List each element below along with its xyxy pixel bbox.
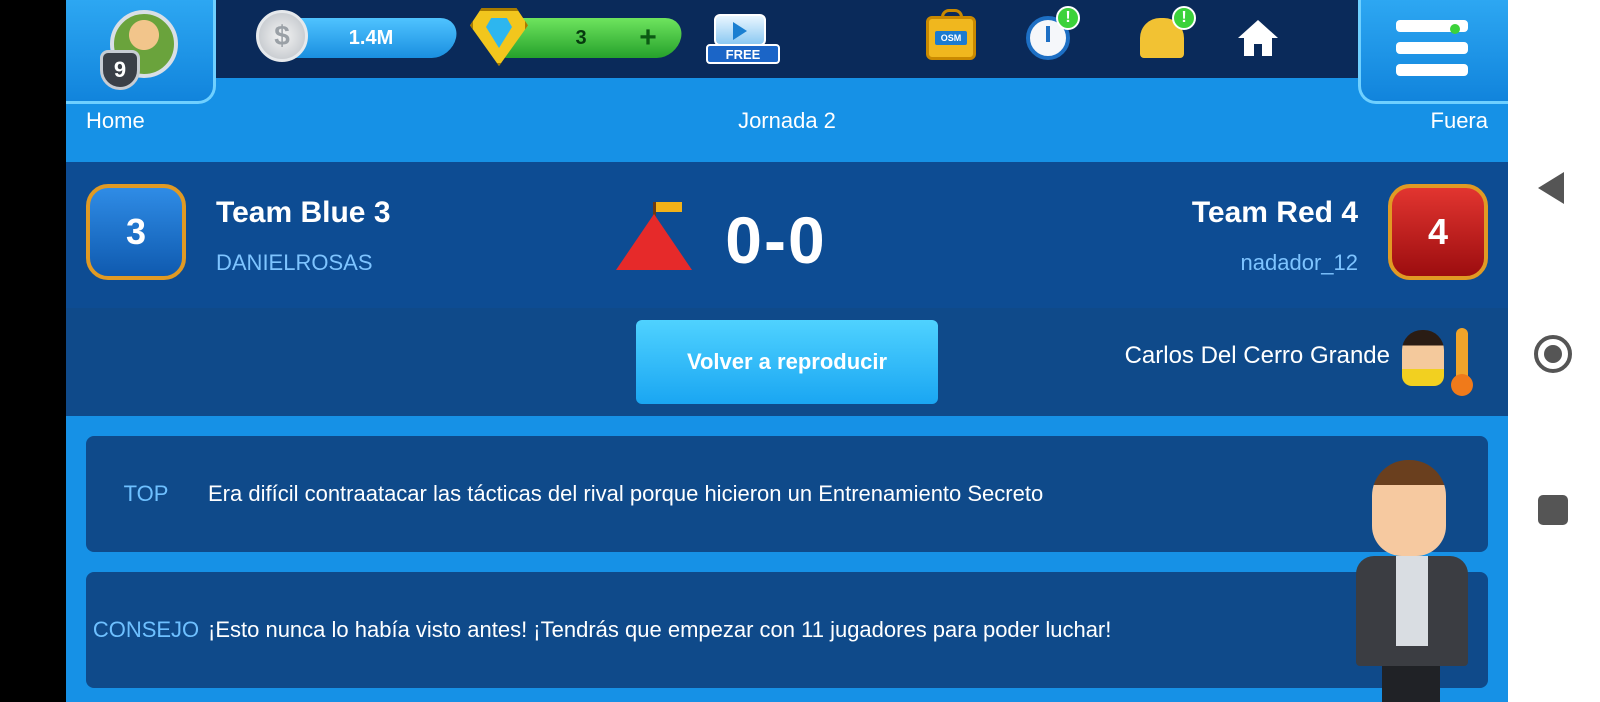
menu-online-dot bbox=[1450, 24, 1460, 34]
round-row: Home Jornada 2 Fuera bbox=[66, 104, 1508, 162]
level-badge: 9 bbox=[100, 50, 140, 90]
message-text: ¡Esto nunca lo había visto antes! ¡Tendr… bbox=[208, 617, 1112, 642]
assistant-character bbox=[1356, 460, 1476, 702]
android-nav-bar bbox=[1508, 0, 1600, 702]
coin-icon: $ bbox=[256, 10, 308, 62]
away-shirt-icon[interactable]: 4 bbox=[1388, 184, 1488, 280]
character-legs bbox=[1382, 666, 1440, 702]
replay-row: Volver a reproducir Carlos Del Cerro Gra… bbox=[66, 308, 1508, 416]
home-shirt-icon[interactable]: 3 bbox=[86, 184, 186, 280]
profile-tab[interactable]: 9 bbox=[66, 0, 216, 104]
plus-icon[interactable]: + bbox=[632, 22, 664, 54]
osm-tag: OSM bbox=[935, 31, 967, 45]
tent-icon bbox=[616, 202, 692, 272]
free-video-button[interactable]: FREE bbox=[706, 12, 780, 64]
message-tag: CONSEJO bbox=[92, 617, 200, 642]
recent-apps-icon[interactable] bbox=[1538, 495, 1568, 525]
away-label: Fuera bbox=[1430, 108, 1488, 133]
away-team-name[interactable]: Team Red 4 bbox=[1192, 196, 1358, 230]
shop-bag-icon[interactable]: OSM bbox=[926, 9, 976, 60]
menu-icon[interactable] bbox=[1396, 20, 1468, 76]
play-icon bbox=[733, 22, 747, 40]
tent-flag bbox=[656, 202, 682, 212]
character-shirt bbox=[1396, 556, 1428, 646]
match-score: 0-0 bbox=[725, 203, 827, 277]
home-team-name[interactable]: Team Blue 3 bbox=[216, 196, 391, 230]
character-head bbox=[1372, 460, 1446, 556]
replay-button[interactable]: Volver a reproducir bbox=[636, 320, 938, 404]
round-title: Jornada 2 bbox=[738, 108, 836, 133]
home-door bbox=[1254, 44, 1262, 56]
thermometer-bulb bbox=[1451, 374, 1473, 396]
menu-line bbox=[1396, 64, 1468, 76]
match-header: 3 Team Blue 3 DANIELROSAS 0-0 Team Red 4… bbox=[66, 162, 1508, 308]
back-icon[interactable] bbox=[1538, 172, 1564, 204]
coins-value: 1.4M bbox=[348, 26, 394, 49]
left-black-border bbox=[0, 0, 66, 702]
boss-coins-value: 3 bbox=[575, 26, 587, 49]
list-item: CONSEJO ¡Esto nunca lo había visto antes… bbox=[86, 572, 1488, 688]
menu-tab[interactable] bbox=[1358, 0, 1508, 104]
home-manager-name[interactable]: DANIELROSAS bbox=[216, 250, 373, 276]
away-manager-name[interactable]: nadador_12 bbox=[1241, 250, 1358, 276]
tent-body bbox=[616, 214, 692, 270]
timer-alert-icon: ! bbox=[1056, 6, 1080, 30]
bag-handle bbox=[941, 9, 963, 19]
free-label: FREE bbox=[706, 44, 780, 64]
home-nav-icon-inner bbox=[1544, 345, 1562, 363]
home-icon[interactable] bbox=[1238, 20, 1278, 56]
referee-name[interactable]: Carlos Del Cerro Grande bbox=[1125, 342, 1390, 370]
menu-line bbox=[1396, 42, 1468, 54]
message-tag: TOP bbox=[123, 481, 169, 506]
referee-avatar[interactable] bbox=[1402, 330, 1444, 386]
bell-alert-icon: ! bbox=[1172, 6, 1196, 30]
game-screen: 9 $ 1.4M 3 + FREE OSM ! ! Home Jornada 2… bbox=[66, 0, 1508, 702]
list-item: TOP Era difícil contraatacar las táctica… bbox=[86, 436, 1488, 552]
stopwatch-hand bbox=[1046, 26, 1050, 42]
message-text: Era difícil contraatacar las tácticas de… bbox=[208, 481, 1044, 506]
